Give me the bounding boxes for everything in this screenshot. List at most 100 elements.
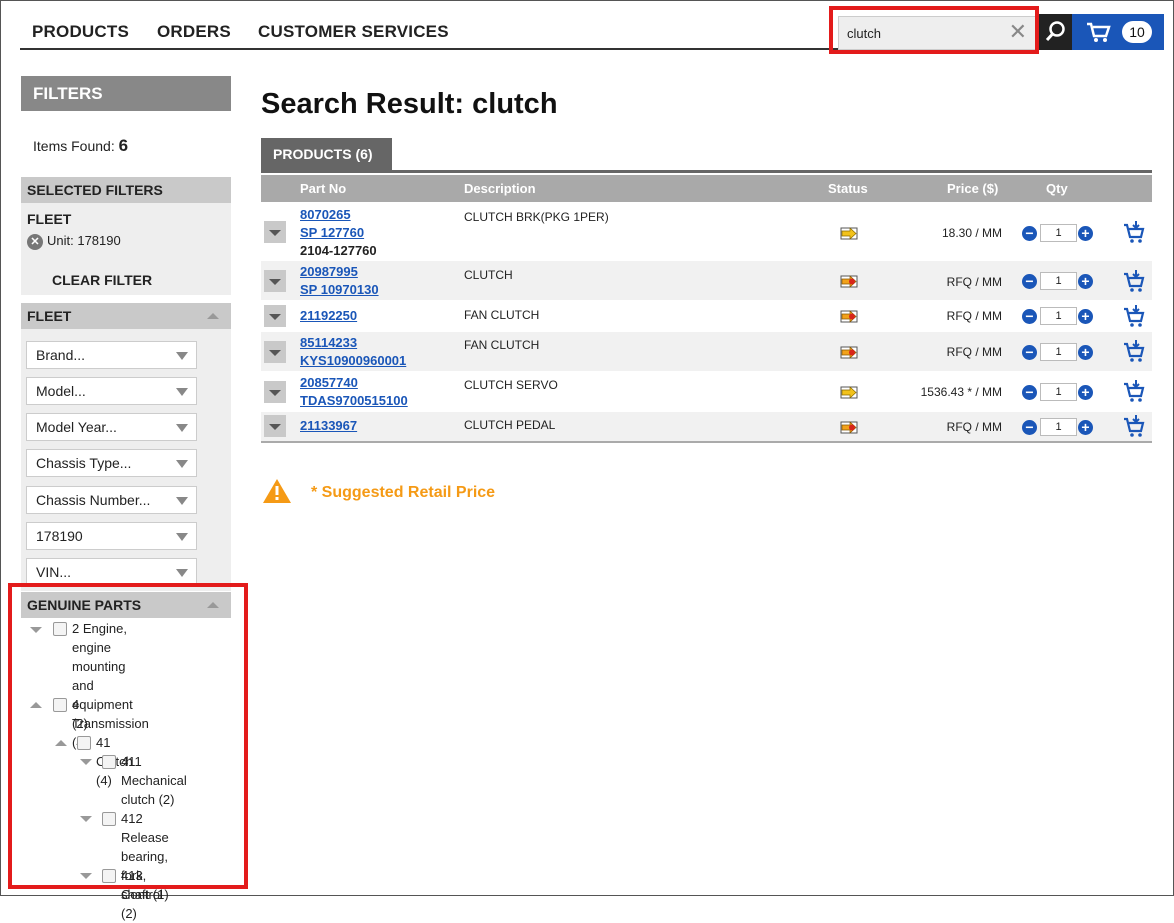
qty-decrease-button[interactable]: − xyxy=(1022,385,1037,400)
add-to-cart-icon[interactable] xyxy=(1123,304,1145,328)
col-price[interactable]: Price ($) xyxy=(947,181,998,196)
items-found-count: 6 xyxy=(118,136,129,155)
chevron-down-icon xyxy=(269,314,281,320)
status-in-stock-icon xyxy=(840,227,858,240)
chevron-down-icon xyxy=(269,279,281,285)
page-title: Search Result: clutch xyxy=(261,88,558,120)
chassis-type-select-value: Chassis Type... xyxy=(36,455,132,471)
part-price: 18.30 / MM xyxy=(941,226,1002,240)
status-rfq-icon xyxy=(840,421,858,434)
warning-icon xyxy=(263,479,291,503)
row-expand-button[interactable] xyxy=(264,305,286,327)
row-expand-button[interactable] xyxy=(264,415,286,437)
qty-increase-button[interactable]: + xyxy=(1078,309,1093,324)
part-description: CLUTCH SERVO xyxy=(464,378,558,392)
row-expand-button[interactable] xyxy=(264,341,286,363)
part-number-link[interactable]: SP 127760 xyxy=(300,224,364,242)
qty-increase-button[interactable]: + xyxy=(1078,420,1093,435)
qty-decrease-button[interactable]: − xyxy=(1022,274,1037,289)
status-in-stock-icon xyxy=(840,386,858,399)
row-expand-button[interactable] xyxy=(264,381,286,403)
part-number-link[interactable]: 20987995 xyxy=(300,263,358,281)
model-year-select[interactable]: Model Year... xyxy=(26,413,197,441)
chevron-down-icon xyxy=(176,497,188,505)
table-row: 85114233 KYS10900960001 FAN CLUTCH RFQ /… xyxy=(261,332,1152,371)
row-expand-button[interactable] xyxy=(264,270,286,292)
part-number-link[interactable]: 21192250 xyxy=(300,307,357,325)
add-to-cart-icon[interactable] xyxy=(1123,269,1145,293)
items-found: Items Found: 6 xyxy=(33,136,128,156)
remove-filter-icon[interactable]: ✕ xyxy=(27,233,43,250)
qty-input[interactable]: 1 xyxy=(1040,272,1077,290)
part-description: CLUTCH PEDAL xyxy=(464,418,556,432)
add-to-cart-icon[interactable] xyxy=(1123,379,1145,403)
table-row: 20857740 TDAS9700515100 CLUTCH SERVO 153… xyxy=(261,372,1152,411)
qty-decrease-button[interactable]: − xyxy=(1022,420,1037,435)
nav-customer-services[interactable]: CUSTOMER SERVICES xyxy=(258,22,449,42)
add-to-cart-icon[interactable] xyxy=(1123,220,1145,244)
table-row: 8070265 SP 127760 2104-127760 CLUTCH BRK… xyxy=(261,204,1152,260)
fleet-section-header[interactable]: FLEET xyxy=(21,303,231,329)
collapse-icon[interactable] xyxy=(207,313,219,319)
row-expand-button[interactable] xyxy=(264,221,286,243)
qty-input[interactable]: 1 xyxy=(1040,343,1077,361)
col-status[interactable]: Status xyxy=(828,181,868,196)
qty-decrease-button[interactable]: − xyxy=(1022,345,1037,360)
qty-decrease-button[interactable]: − xyxy=(1022,226,1037,241)
chassis-type-select[interactable]: Chassis Type... xyxy=(26,449,197,477)
part-price: RFQ / MM xyxy=(946,420,1002,434)
qty-increase-button[interactable]: + xyxy=(1078,274,1093,289)
qty-input[interactable]: 1 xyxy=(1040,307,1077,325)
qty-input[interactable]: 1 xyxy=(1040,383,1077,401)
vin-select[interactable]: VIN... xyxy=(26,558,197,586)
nav-products[interactable]: PRODUCTS xyxy=(32,22,129,42)
status-rfq-icon xyxy=(840,310,858,323)
fleet-filter-panel: Brand... Model... Model Year... Chassis … xyxy=(21,329,231,591)
col-description[interactable]: Description xyxy=(464,181,536,196)
part-price: 1536.43 * / MM xyxy=(920,385,1002,399)
model-select[interactable]: Model... xyxy=(26,377,197,405)
add-to-cart-icon[interactable] xyxy=(1123,414,1145,438)
brand-select[interactable]: Brand... xyxy=(26,341,197,369)
tab-underline xyxy=(261,170,1152,173)
part-number-link[interactable]: KYS10900960001 xyxy=(300,352,406,370)
part-price: RFQ / MM xyxy=(946,275,1002,289)
part-number-link[interactable]: 21133967 xyxy=(300,417,357,435)
col-part-no[interactable]: Part No xyxy=(300,181,346,196)
chevron-down-icon xyxy=(176,569,188,577)
qty-input[interactable]: 1 xyxy=(1040,224,1077,242)
suggested-retail-note: * Suggested Retail Price xyxy=(311,484,496,501)
add-to-cart-icon[interactable] xyxy=(1123,339,1145,363)
unit-select[interactable]: 178190 xyxy=(26,522,197,550)
tab-products[interactable]: PRODUCTS (6) xyxy=(261,138,392,170)
part-number-link[interactable]: TDAS9700515100 xyxy=(300,392,408,410)
clear-filter-button[interactable]: CLEAR FILTER xyxy=(52,272,152,288)
qty-increase-button[interactable]: + xyxy=(1078,226,1093,241)
chevron-down-icon xyxy=(176,352,188,360)
part-number-link[interactable]: 20857740 xyxy=(300,374,358,392)
part-description: FAN CLUTCH xyxy=(464,338,540,352)
cart-button[interactable]: 10 xyxy=(1072,14,1164,50)
qty-decrease-button[interactable]: − xyxy=(1022,309,1037,324)
qty-input[interactable]: 1 xyxy=(1040,418,1077,436)
part-number-link[interactable]: SP 10970130 xyxy=(300,281,379,299)
table-row: 20987995 SP 10970130 CLUTCH RFQ / MM − 1… xyxy=(261,261,1152,300)
part-number-alt: 2104-127760 xyxy=(300,243,377,258)
chassis-number-select[interactable]: Chassis Number... xyxy=(26,486,197,514)
part-number-link[interactable]: 85114233 xyxy=(300,334,357,352)
part-number-link[interactable]: 8070265 xyxy=(300,206,351,224)
chevron-down-icon xyxy=(176,460,188,468)
nav-orders[interactable]: ORDERS xyxy=(157,22,231,42)
col-qty: Qty xyxy=(1046,181,1068,196)
magnifier-icon xyxy=(1045,21,1065,42)
search-button[interactable] xyxy=(1039,14,1072,50)
part-price: RFQ / MM xyxy=(946,309,1002,323)
part-description: CLUTCH xyxy=(464,268,513,282)
status-rfq-icon xyxy=(840,346,858,359)
qty-increase-button[interactable]: + xyxy=(1078,385,1093,400)
cart-icon xyxy=(1087,22,1111,42)
selected-fleet-label: FLEET xyxy=(27,211,72,227)
filters-header: FILTERS xyxy=(21,76,231,111)
qty-increase-button[interactable]: + xyxy=(1078,345,1093,360)
chevron-down-icon xyxy=(176,533,188,541)
